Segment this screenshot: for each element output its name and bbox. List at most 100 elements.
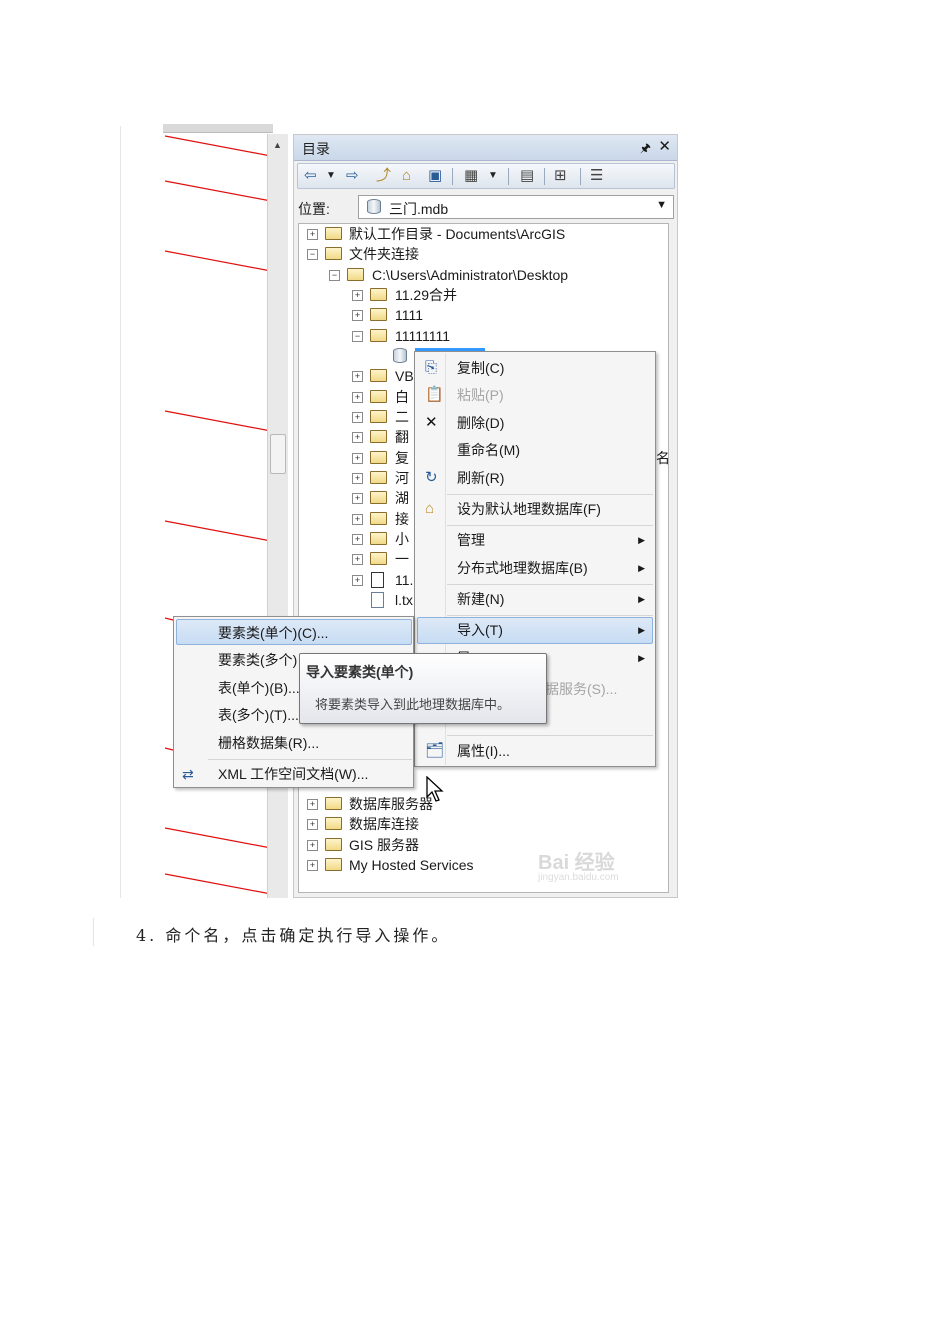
map-toolbar-fragment (163, 124, 273, 133)
connect-folder-icon[interactable]: ▣ (428, 167, 442, 185)
menu-item-delete[interactable]: ✕ 删除(D) (417, 410, 653, 436)
tree-item-home[interactable]: + 默认工作目录 - Documents\ArcGIS (299, 224, 668, 244)
menu-item-rename[interactable]: 重命名(M) (417, 437, 653, 463)
expand-icon[interactable]: + (352, 290, 363, 301)
home-database-icon: ⌂ (425, 500, 435, 517)
folder-icon (370, 532, 387, 545)
expand-icon[interactable]: + (352, 493, 363, 504)
catalog-toolbar: ⇦ ▼ ⇨ ⤴ ⌂ ▣ ▦ ▼ ▤ ⊞ ☰ (297, 163, 675, 189)
menu-item-paste: 📋 粘贴(P) (417, 382, 653, 408)
database-server-icon (325, 797, 342, 810)
view-grid-icon[interactable]: ▦ (464, 167, 478, 185)
step-caption: 4. 命个名，点击确定执行导入操作。 (136, 926, 451, 945)
location-label: 位置: (298, 201, 330, 217)
folder-icon (370, 471, 387, 484)
close-icon[interactable]: ✕ (658, 137, 671, 155)
properties-icon: 🗂 (425, 742, 445, 759)
details-icon[interactable]: ☰ (590, 167, 603, 185)
expand-icon[interactable]: + (352, 514, 363, 525)
tree-view-icon[interactable]: ⊞ (554, 167, 567, 185)
tree-item-folder[interactable]: − 11111111 (299, 326, 668, 346)
back-dropdown-icon[interactable]: ▼ (326, 167, 336, 185)
scroll-thumb[interactable] (270, 434, 286, 474)
partial-text: 名 (656, 450, 670, 466)
expand-icon[interactable]: + (352, 392, 363, 403)
collapse-icon[interactable]: − (329, 270, 340, 281)
forward-icon[interactable]: ⇨ (346, 167, 359, 185)
map-line (164, 410, 272, 432)
hosted-services-icon (325, 858, 342, 871)
collapse-icon[interactable]: − (352, 331, 363, 342)
menu-item-distributed-geodatabase[interactable]: 分布式地理数据库(B) ▶ (417, 555, 653, 581)
expand-icon[interactable]: + (352, 534, 363, 545)
menu-item-set-default-geodatabase[interactable]: ⌂ 设为默认地理数据库(F) (417, 496, 653, 522)
pin-icon[interactable]: 🖈 (640, 139, 651, 160)
catalog-titlebar: 目录 🖈 ✕ (294, 135, 677, 161)
menu-item-manage[interactable]: 管理 ▶ (417, 527, 653, 553)
tree-item-database-servers[interactable]: + 数据库服务器 (299, 794, 668, 814)
refresh-icon: ↻ (425, 469, 438, 486)
folder-icon (370, 288, 387, 301)
menu-item-import[interactable]: 导入(T) ▶ (417, 617, 653, 644)
dataset-icon (371, 572, 384, 588)
submenu-item-raster-dataset[interactable]: 栅格数据集(R)... (176, 730, 412, 756)
collapse-icon[interactable]: − (307, 249, 318, 260)
folder-icon (370, 512, 387, 525)
text-file-icon (371, 592, 384, 608)
expand-icon[interactable]: + (307, 860, 318, 871)
expand-icon[interactable]: + (307, 229, 318, 240)
tree-item-desktop[interactable]: − C:\Users\Administrator\Desktop (299, 265, 668, 285)
map-line (164, 180, 272, 202)
location-combobox[interactable]: 三门.mdb ▼ (358, 195, 674, 219)
folder-icon (370, 329, 387, 342)
folder-icon (370, 491, 387, 504)
menu-item-properties[interactable]: 🗂 属性(I)... (417, 738, 653, 764)
submenu-item-xml-workspace[interactable]: ⇄ XML 工作空间文档(W)... (176, 761, 412, 787)
map-line (164, 250, 272, 272)
expand-icon[interactable]: + (307, 819, 318, 830)
submenu-item-feature-class-single[interactable]: 要素类(单个)(C)... (176, 619, 412, 645)
new-icon[interactable]: ▤ (520, 167, 534, 185)
expand-icon[interactable]: + (352, 554, 363, 565)
submenu-arrow-icon: ▶ (638, 594, 645, 604)
folder-connection-icon (325, 247, 342, 260)
watermark-logo: Bai 经验 (538, 852, 615, 874)
folder-icon (370, 369, 387, 382)
database-icon (367, 199, 381, 214)
expand-icon[interactable]: + (352, 432, 363, 443)
back-icon[interactable]: ⇦ (304, 167, 317, 185)
chevron-down-icon[interactable]: ▼ (656, 199, 667, 211)
catalog-title: 目录 (302, 141, 330, 157)
menu-item-refresh[interactable]: ↻ 刷新(R) (417, 465, 653, 491)
view-dropdown-icon[interactable]: ▼ (488, 167, 498, 185)
folder-icon (370, 390, 387, 403)
expand-icon[interactable]: + (352, 473, 363, 484)
map-line (164, 827, 272, 849)
up-folder-icon[interactable]: ⤴ (376, 167, 391, 185)
caption-divider (93, 918, 94, 946)
expand-icon[interactable]: + (352, 575, 363, 586)
copy-icon: ⎘ (425, 359, 438, 376)
mouse-cursor-icon (426, 776, 444, 802)
expand-icon[interactable]: + (352, 310, 363, 321)
database-connection-icon (325, 817, 342, 830)
folder-icon (347, 268, 364, 281)
menu-item-copy[interactable]: ⎘ 复制(C) (417, 355, 653, 381)
tree-item-folder[interactable]: + 1111 (299, 305, 668, 325)
expand-icon[interactable]: + (352, 412, 363, 423)
expand-icon[interactable]: + (307, 840, 318, 851)
tree-item-database-connections[interactable]: + 数据库连接 (299, 814, 668, 834)
expand-icon[interactable]: + (307, 799, 318, 810)
location-row: 位置: 三门.mdb ▼ (294, 193, 677, 221)
tree-item-folder-connections[interactable]: − 文件夹连接 (299, 244, 668, 264)
home-icon[interactable]: ⌂ (402, 167, 411, 185)
expand-icon[interactable]: + (352, 453, 363, 464)
location-value: 三门.mdb (389, 201, 449, 217)
scroll-up-icon[interactable]: ▲ (273, 140, 282, 150)
expand-icon[interactable]: + (352, 371, 363, 382)
tooltip: 导入要素类(单个) 将要素类导入到此地理数据库中。 (299, 653, 547, 724)
tree-item-folder[interactable]: + 11.29合并 (299, 285, 668, 305)
menu-item-new[interactable]: 新建(N) ▶ (417, 586, 653, 612)
delete-icon: ✕ (425, 414, 438, 431)
folder-icon (370, 430, 387, 443)
